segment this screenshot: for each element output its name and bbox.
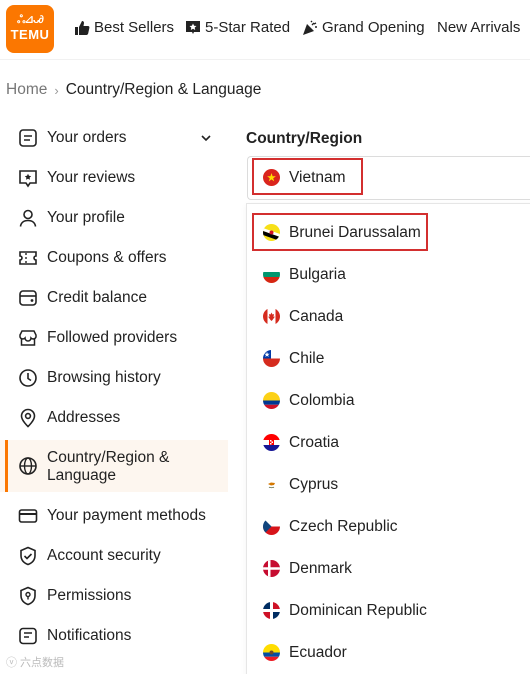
sidebar-item-label: Account security (47, 547, 161, 564)
sidebar-item-label: Country/Region & (47, 449, 170, 466)
globe-icon (19, 457, 37, 475)
nav-label: New Arrivals (437, 19, 521, 36)
flag-brunei-icon (263, 224, 280, 241)
country-option[interactable]: Cyprus (289, 476, 338, 494)
sidebar-item-permissions[interactable]: Permissions (0, 576, 228, 616)
active-indicator (5, 440, 8, 492)
flag-vietnam-icon (263, 169, 280, 186)
flag-denmark-icon (263, 560, 280, 577)
sidebar-item-label-line2: Language (47, 467, 116, 484)
star-badge-icon (186, 20, 200, 34)
breadcrumb: Home › Country/Region & Language (6, 81, 261, 99)
breadcrumb-current: Country/Region & Language (65, 81, 262, 98)
sidebar-item-label: Your payment methods (47, 507, 206, 524)
sidebar-item-label: Browsing history (47, 369, 161, 386)
flag-czech-republic-icon (263, 518, 280, 535)
sidebar-item-your-profile[interactable]: Your profile (0, 198, 228, 238)
bell-icon (19, 627, 37, 645)
location-icon (20, 408, 36, 428)
flag-chile-icon (263, 350, 280, 367)
sidebar-item-your-reviews[interactable]: Your reviews (0, 158, 228, 198)
sidebar-item-label: Your orders (47, 129, 127, 146)
chevron-down-icon[interactable] (200, 132, 212, 144)
country-option[interactable]: Dominican Republic (289, 602, 427, 620)
country-option[interactable]: Bulgaria (289, 266, 346, 284)
country-option[interactable]: Czech Republic (289, 518, 398, 536)
review-icon (19, 170, 37, 188)
sidebar-item-label: Your reviews (47, 169, 136, 186)
country-option[interactable]: Brunei Darussalam (289, 224, 421, 242)
country-option[interactable]: Ecuador (289, 644, 347, 662)
country-option[interactable]: Colombia (289, 392, 354, 410)
sidebar-item-label: Followed providers (47, 329, 178, 346)
nav-label: Grand Opening (322, 19, 425, 36)
sidebar-item-label: Permissions (47, 587, 132, 604)
nav-5-star-rated[interactable]: 5-Star Rated (185, 19, 290, 36)
user-icon (19, 209, 37, 227)
sidebar-item-your-orders[interactable]: Your orders (0, 118, 228, 158)
breadcrumb-home[interactable]: Home (6, 81, 47, 99)
nav-label: 5-Star Rated (205, 19, 291, 36)
card-icon (18, 509, 38, 523)
breadcrumb-separator: › (54, 82, 59, 98)
watermark: ⓥ 六点数据 (6, 657, 65, 669)
sidebar-item-payment-methods[interactable]: Your payment methods (0, 496, 228, 536)
logo-mark: ஃ⊿ᴗ∂ (17, 14, 44, 26)
nav-label: Best Sellers (94, 19, 175, 36)
store-icon (19, 330, 37, 346)
credit-icon (19, 290, 37, 306)
sidebar-item-browsing-history[interactable]: Browsing history (0, 358, 228, 398)
sidebar-item-label: Addresses (47, 409, 121, 426)
sidebar-item-credit-balance[interactable]: Credit balance (0, 278, 228, 318)
country-option[interactable]: Croatia (289, 434, 339, 452)
temu-logo[interactable]: ஃ⊿ᴗ∂ TEMU (6, 5, 54, 53)
top-header: ஃ⊿ᴗ∂ TEMU Best Sellers 5-Star Rated Gran… (0, 0, 530, 60)
nav-grand-opening[interactable]: Grand Opening (302, 19, 425, 36)
selected-country-value: Vietnam (289, 169, 346, 186)
flag-cyprus-icon (263, 476, 280, 493)
sidebar-item-addresses[interactable]: Addresses (0, 398, 228, 438)
sidebar-item-followed-providers[interactable]: Followed providers (0, 318, 228, 358)
sidebar-item-label: Your profile (47, 209, 125, 226)
nav-best-sellers[interactable]: Best Sellers (74, 19, 174, 36)
sidebar-item-label: Credit balance (47, 289, 147, 306)
thumbs-up-icon (75, 20, 90, 35)
flag-canada-icon (263, 308, 280, 325)
shield-lock-icon (20, 586, 36, 606)
sidebar-item-label: Notifications (47, 627, 132, 644)
sidebar-item-label: Coupons & offers (47, 249, 167, 266)
shield-check-icon (20, 546, 36, 566)
country-option[interactable]: Canada (289, 308, 343, 326)
flag-dominican-republic-icon (263, 602, 280, 619)
party-popper-icon (303, 20, 317, 35)
flag-colombia-icon (263, 392, 280, 409)
sidebar-item-notifications[interactable]: Notifications (0, 616, 228, 656)
order-list-icon (19, 129, 37, 147)
country-option[interactable]: Chile (289, 350, 324, 368)
flag-croatia-icon (263, 434, 280, 451)
nav-new-arrivals[interactable]: New Arrivals (437, 19, 520, 36)
clock-icon (19, 369, 37, 387)
coupon-icon (19, 251, 37, 265)
sidebar-item-coupons-offers[interactable]: Coupons & offers (0, 238, 228, 278)
sidebar-item-country-region-language[interactable]: Country/Region & Language (0, 440, 228, 492)
sidebar-item-account-security[interactable]: Account security (0, 536, 228, 576)
flag-bulgaria-icon (263, 266, 280, 283)
country-region-heading: Country/Region (246, 130, 363, 147)
flag-ecuador-icon (263, 644, 280, 661)
country-option[interactable]: Denmark (289, 560, 352, 578)
logo-text: TEMU (10, 27, 50, 42)
